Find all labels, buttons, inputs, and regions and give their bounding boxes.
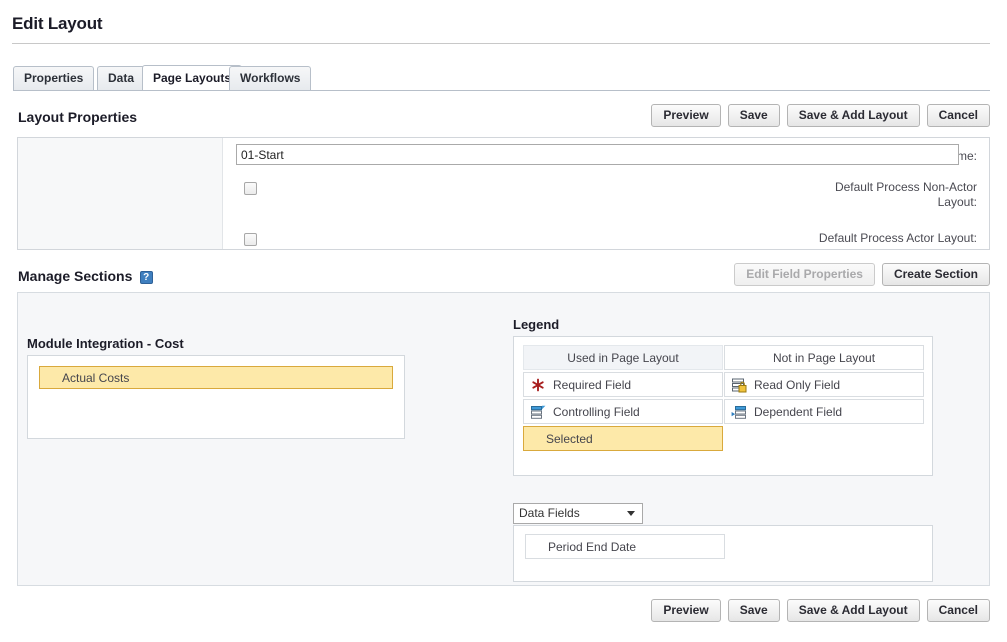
save-and-add-layout-button-bottom[interactable]: Save & Add Layout: [787, 599, 920, 622]
legend-cell-not-in-page-layout: Not in Page Layout: [724, 345, 925, 372]
asterisk-icon: [530, 377, 546, 393]
create-section-button[interactable]: Create Section: [882, 263, 990, 286]
read-only-lock-icon: [731, 377, 747, 393]
legend-cell-required-field: Required Field: [523, 372, 724, 399]
legend-label-dependent-field: Dependent Field: [754, 400, 842, 424]
page-header: Edit Layout: [12, 14, 990, 44]
legend-item-read-only-field: Read Only Field: [724, 372, 924, 397]
manage-sections-title: Manage Sections: [18, 263, 132, 289]
legend-label-not: Not in Page Layout: [773, 346, 875, 370]
legend-item-required-field: Required Field: [523, 372, 723, 397]
default-process-actor-checkbox-wrap: [244, 233, 257, 246]
legend-item-dependent-field: Dependent Field: [724, 399, 924, 424]
legend-cell-dependent-field: Dependent Field: [724, 399, 925, 426]
tab-data[interactable]: Data: [97, 66, 145, 90]
legend-cell-read-only-field: Read Only Field: [724, 372, 925, 399]
layout-properties-title: Layout Properties: [18, 104, 137, 130]
legend-label-used: Used in Page Layout: [567, 346, 678, 370]
legend-cell-controlling-field: Controlling Field: [523, 399, 724, 426]
legend-header-used-in-page-layout: Used in Page Layout: [523, 345, 723, 370]
preview-button-top[interactable]: Preview: [651, 104, 720, 127]
edit-field-properties-button[interactable]: Edit Field Properties: [734, 263, 875, 286]
save-and-add-layout-button-top[interactable]: Save & Add Layout: [787, 104, 920, 127]
manage-sections-panel: Module Integration - Cost Actual Costs L…: [17, 292, 990, 586]
layout-name-field-wrap: [236, 144, 959, 165]
default-process-non-actor-checkbox-wrap: [244, 182, 257, 195]
layout-properties-button-row: Preview Save Save & Add Layout Cancel: [651, 104, 990, 127]
data-fields-dropdown[interactable]: Data Fields: [513, 503, 643, 524]
manage-sections-button-row: Edit Field Properties Create Section: [734, 263, 990, 286]
legend-item-controlling-field: Controlling Field: [523, 399, 723, 424]
legend-label-required-field: Required Field: [553, 373, 631, 397]
controlling-field-icon: [530, 404, 546, 420]
cancel-button-bottom[interactable]: Cancel: [927, 599, 990, 622]
data-fields-dropdown-value: Data Fields: [519, 506, 580, 520]
data-fields-list-panel[interactable]: Period End Date: [513, 525, 933, 582]
default-process-non-actor-layout-checkbox[interactable]: [244, 182, 257, 195]
tab-bar: Properties Data Page Layouts Workflows: [13, 66, 990, 91]
legend-grid: Used in Page Layout Not in Page Layout: [523, 345, 925, 453]
layout-properties-header: Layout Properties Preview Save Save & Ad…: [18, 104, 990, 130]
default-process-actor-layout-label: Default Process Actor Layout:: [797, 231, 977, 246]
manage-sections-header: Manage Sections ? Edit Field Properties …: [18, 263, 990, 289]
save-button-top[interactable]: Save: [728, 104, 780, 127]
legend-panel: Used in Page Layout Not in Page Layout: [513, 336, 933, 476]
legend-cell-selected: Selected: [523, 426, 724, 453]
save-button-bottom[interactable]: Save: [728, 599, 780, 622]
help-question-icon[interactable]: ?: [140, 271, 153, 284]
field-chip-actual-costs[interactable]: Actual Costs: [39, 366, 393, 389]
legend-label-controlling-field: Controlling Field: [553, 400, 640, 424]
legend-title: Legend: [513, 317, 559, 332]
footer-button-row: Preview Save Save & Add Layout Cancel: [651, 599, 990, 622]
cancel-button-top[interactable]: Cancel: [927, 104, 990, 127]
legend-item-selected: Selected: [523, 426, 723, 451]
legend-header-not-in-page-layout: Not in Page Layout: [724, 345, 924, 370]
dependent-field-icon: [731, 404, 747, 420]
tab-properties[interactable]: Properties: [13, 66, 94, 90]
legend-label-selected: Selected: [546, 427, 593, 451]
layout-name-input[interactable]: [236, 144, 959, 165]
legend-cell-used-in-page-layout: Used in Page Layout: [523, 345, 724, 372]
layout-properties-label-column: [18, 138, 223, 249]
layout-properties-panel: * Layout Name: Default Process Non-Actor…: [17, 137, 990, 250]
chevron-down-icon: [627, 511, 635, 516]
section-field-dropzone[interactable]: Actual Costs: [27, 355, 405, 439]
page-title: Edit Layout: [12, 14, 990, 44]
field-chip-period-end-date[interactable]: Period End Date: [525, 534, 725, 559]
tab-page-layouts[interactable]: Page Layouts: [142, 65, 242, 90]
tab-workflows[interactable]: Workflows: [229, 66, 311, 90]
default-process-non-actor-layout-label: Default Process Non-Actor Layout:: [797, 180, 977, 210]
section-title-module-integration-cost: Module Integration - Cost: [27, 336, 184, 351]
legend-label-read-only-field: Read Only Field: [754, 373, 840, 397]
default-process-actor-layout-checkbox[interactable]: [244, 233, 257, 246]
preview-button-bottom[interactable]: Preview: [651, 599, 720, 622]
